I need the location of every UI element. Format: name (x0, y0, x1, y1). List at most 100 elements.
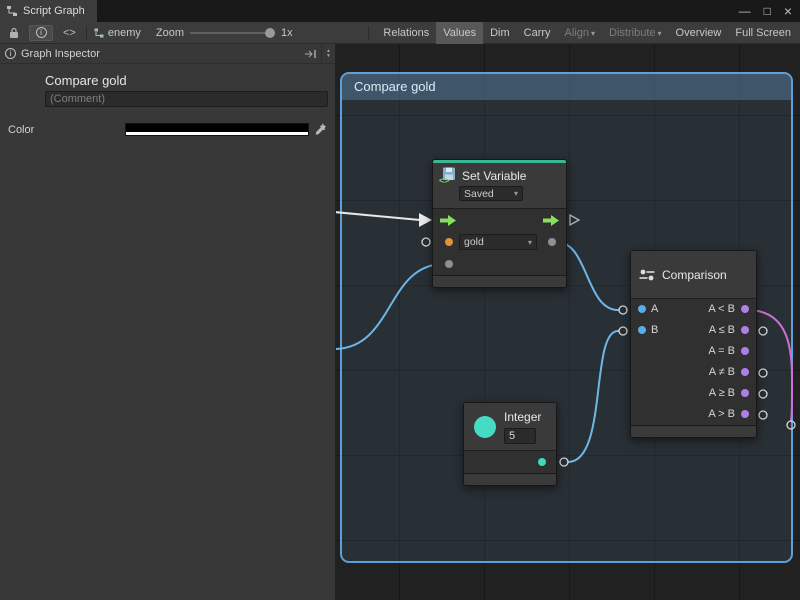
node-integer[interactable]: Integer 5 (463, 402, 557, 486)
graph-reference[interactable]: enemy (94, 27, 141, 39)
gold-dropdown[interactable]: gold ▾ (459, 234, 537, 250)
output-label-gt: A > B (708, 404, 735, 425)
integer-icon (474, 416, 496, 438)
dim-button[interactable]: Dim (483, 22, 517, 44)
comparison-row: A = B (631, 341, 756, 362)
output-port-lte[interactable] (741, 326, 749, 334)
zoom-slider[interactable] (190, 27, 275, 39)
relations-button[interactable]: Relations (376, 22, 436, 44)
graph-inspector-panel: i Graph Inspector ▲ ▼ Compare gold Color (0, 44, 336, 600)
node-title: Set Variable (462, 169, 526, 183)
carry-button[interactable]: Carry (517, 22, 558, 44)
node-comparison[interactable]: Comparison A A < B B A ≤ B A = B A ≠ B (630, 250, 757, 438)
node-footer (631, 425, 756, 437)
comparison-row: A > B (631, 404, 756, 425)
info-icon: i (36, 27, 47, 38)
toolbar-buttons: Relations Values Dim Carry Align▾ Distri… (376, 22, 798, 44)
maximize-button[interactable]: □ (764, 4, 771, 18)
input-label-a: A (651, 299, 658, 320)
down-arrow-icon[interactable]: ▼ (326, 54, 331, 59)
output-label-eq: A = B (708, 341, 735, 362)
integer-value-field[interactable]: 5 (504, 428, 536, 444)
value-in-port[interactable] (445, 260, 453, 268)
chevron-down-icon: ▾ (591, 29, 595, 38)
node-set-variable[interactable]: <> Set Variable Saved ▾ gold ▾ (432, 159, 567, 288)
comparison-row: A A < B (631, 299, 756, 320)
color-alpha-bar (126, 132, 308, 135)
graph-title: Compare gold (45, 73, 127, 88)
code-toggle-button[interactable]: <> (60, 25, 79, 41)
info-icon: i (5, 48, 16, 59)
window-controls: — □ × (739, 0, 792, 22)
saved-dropdown[interactable]: Saved ▾ (459, 186, 523, 201)
distribute-button[interactable]: Distribute▾ (602, 22, 668, 44)
eyedropper-icon[interactable] (314, 122, 327, 135)
variable-name-port[interactable] (445, 238, 453, 246)
graph-canvas[interactable]: Compare gold (336, 44, 800, 600)
align-button[interactable]: Align▾ (558, 22, 602, 44)
comment-input[interactable] (45, 91, 328, 107)
node-footer (464, 473, 556, 485)
chevron-down-icon: ▾ (658, 29, 662, 38)
zoom-handle[interactable] (265, 28, 275, 38)
comparison-row: B A ≤ B (631, 320, 756, 341)
tab-title: Script Graph (23, 5, 85, 17)
zoom-track (190, 32, 275, 34)
output-port-gt[interactable] (741, 410, 749, 418)
dock-icon[interactable] (304, 49, 318, 59)
scroll-buttons[interactable]: ▲ ▼ (321, 44, 335, 64)
fullscreen-button[interactable]: Full Screen (728, 22, 798, 44)
unity-window: Script Graph — □ × i <> enemy Zoom 1x (0, 0, 800, 600)
separator (368, 26, 369, 40)
inspector-toggle-button[interactable]: i (29, 25, 53, 41)
output-label-lt: A < B (708, 299, 735, 320)
output-port-lt[interactable] (741, 305, 749, 313)
output-label-lte: A ≤ B (709, 320, 735, 341)
zoom-value: 1x (281, 27, 293, 39)
chevron-down-icon: ▾ (528, 238, 532, 247)
variable-row: gold ▾ (433, 231, 566, 253)
inspector-header-title: Graph Inspector (21, 48, 100, 60)
color-value (126, 124, 308, 132)
chevron-down-icon: ▾ (514, 189, 518, 198)
node-title: Integer (504, 410, 541, 424)
zoom-control: Zoom 1x (156, 27, 293, 39)
color-label: Color (8, 124, 34, 136)
values-button[interactable]: Values (436, 22, 483, 44)
graph-icon (6, 5, 18, 17)
comparison-icon (639, 268, 655, 282)
floppy-code-icon: <> (439, 167, 456, 184)
separator (86, 26, 87, 40)
integer-out-port[interactable] (538, 458, 546, 466)
script-graph-tab[interactable]: Script Graph (0, 0, 97, 22)
comparison-row: A ≥ B (631, 383, 756, 404)
output-port-gte[interactable] (741, 389, 749, 397)
output-label-neq: A ≠ B (709, 362, 735, 383)
title-bar: Script Graph — □ × (0, 0, 800, 22)
group-title[interactable]: Compare gold (342, 74, 791, 100)
integer-output-row (464, 451, 556, 473)
svg-text:<>: <> (439, 176, 450, 185)
output-port-eq[interactable] (741, 347, 749, 355)
graph-ref-label: enemy (108, 27, 141, 39)
flow-out-port[interactable] (543, 215, 559, 226)
value-row (433, 253, 566, 275)
graph-toolbar: i <> enemy Zoom 1x Relations Values Dim … (0, 22, 800, 44)
output-port-neq[interactable] (741, 368, 749, 376)
input-port-a[interactable] (638, 305, 646, 313)
minimize-button[interactable]: — (739, 4, 751, 18)
zoom-label: Zoom (156, 27, 184, 39)
inspector-header: i Graph Inspector ▲ ▼ (0, 44, 335, 64)
overview-button[interactable]: Overview (669, 22, 729, 44)
graph-ref-icon (94, 28, 104, 38)
comparison-row: A ≠ B (631, 362, 756, 383)
input-label-b: B (651, 320, 658, 341)
close-button[interactable]: × (784, 3, 792, 19)
color-swatch[interactable] (125, 123, 309, 136)
output-label-gte: A ≥ B (709, 383, 735, 404)
node-footer (433, 275, 566, 287)
flow-in-port[interactable] (440, 215, 456, 226)
lock-icon[interactable] (6, 25, 22, 41)
value-out-port[interactable] (548, 238, 556, 246)
input-port-b[interactable] (638, 326, 646, 334)
